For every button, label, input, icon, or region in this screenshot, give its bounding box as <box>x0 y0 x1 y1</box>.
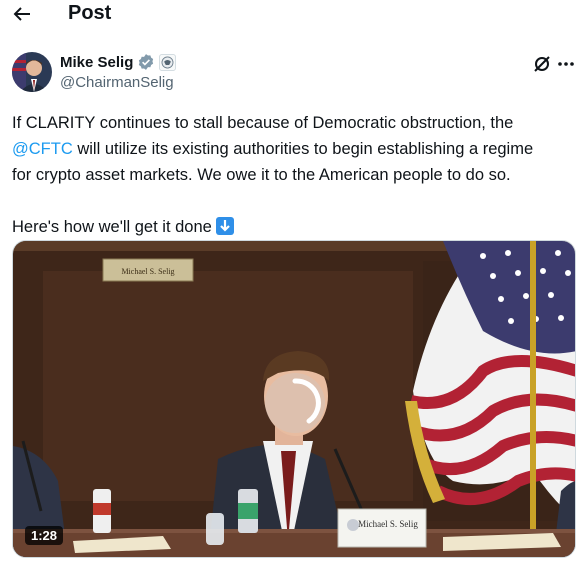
avatar[interactable] <box>12 52 52 92</box>
post-blank-line <box>12 188 568 214</box>
mention-link[interactable]: @CFTC <box>12 140 73 158</box>
more-dots-icon <box>558 62 574 66</box>
more-button[interactable] <box>556 54 576 74</box>
author-handle[interactable]: @ChairmanSelig <box>60 74 174 91</box>
page-title: Post <box>68 2 112 24</box>
back-button[interactable] <box>10 2 34 26</box>
table-nameplate-text: Michael S. Selig <box>358 519 418 529</box>
post-line-2: @CFTC will utilize its existing authorit… <box>12 136 568 162</box>
arrow-left-icon <box>13 7 30 21</box>
post-line-2-text: will utilize its existing authorities to… <box>72 140 534 158</box>
post-line-1: If CLARITY continues to stall because of… <box>12 114 514 132</box>
post-line-3: for crypto asset markets. We owe it to t… <box>12 166 511 184</box>
verified-badge-icon <box>139 54 154 70</box>
wall-nameplate-text: Michael S. Selig <box>121 267 174 276</box>
video-player[interactable]: Michael S. Selig Michael S. Selig 1:28 <box>12 240 576 558</box>
grok-icon <box>534 56 550 72</box>
video-duration: 1:28 <box>25 526 64 545</box>
post-line-4-text: Here's how we'll get it done <box>12 218 212 236</box>
down-arrow-emoji-icon <box>215 217 234 235</box>
government-seal-icon <box>159 53 177 71</box>
post-line-4: Here's how we'll get it done <box>12 214 568 240</box>
author-name[interactable]: Mike Selig <box>60 54 133 71</box>
grok-button[interactable] <box>532 54 552 74</box>
top-bar: Post <box>0 0 576 30</box>
author-name-row: Mike Selig <box>60 52 177 72</box>
post-text: If CLARITY continues to stall because of… <box>12 110 568 240</box>
video-frame: Michael S. Selig Michael S. Selig <box>13 241 575 557</box>
